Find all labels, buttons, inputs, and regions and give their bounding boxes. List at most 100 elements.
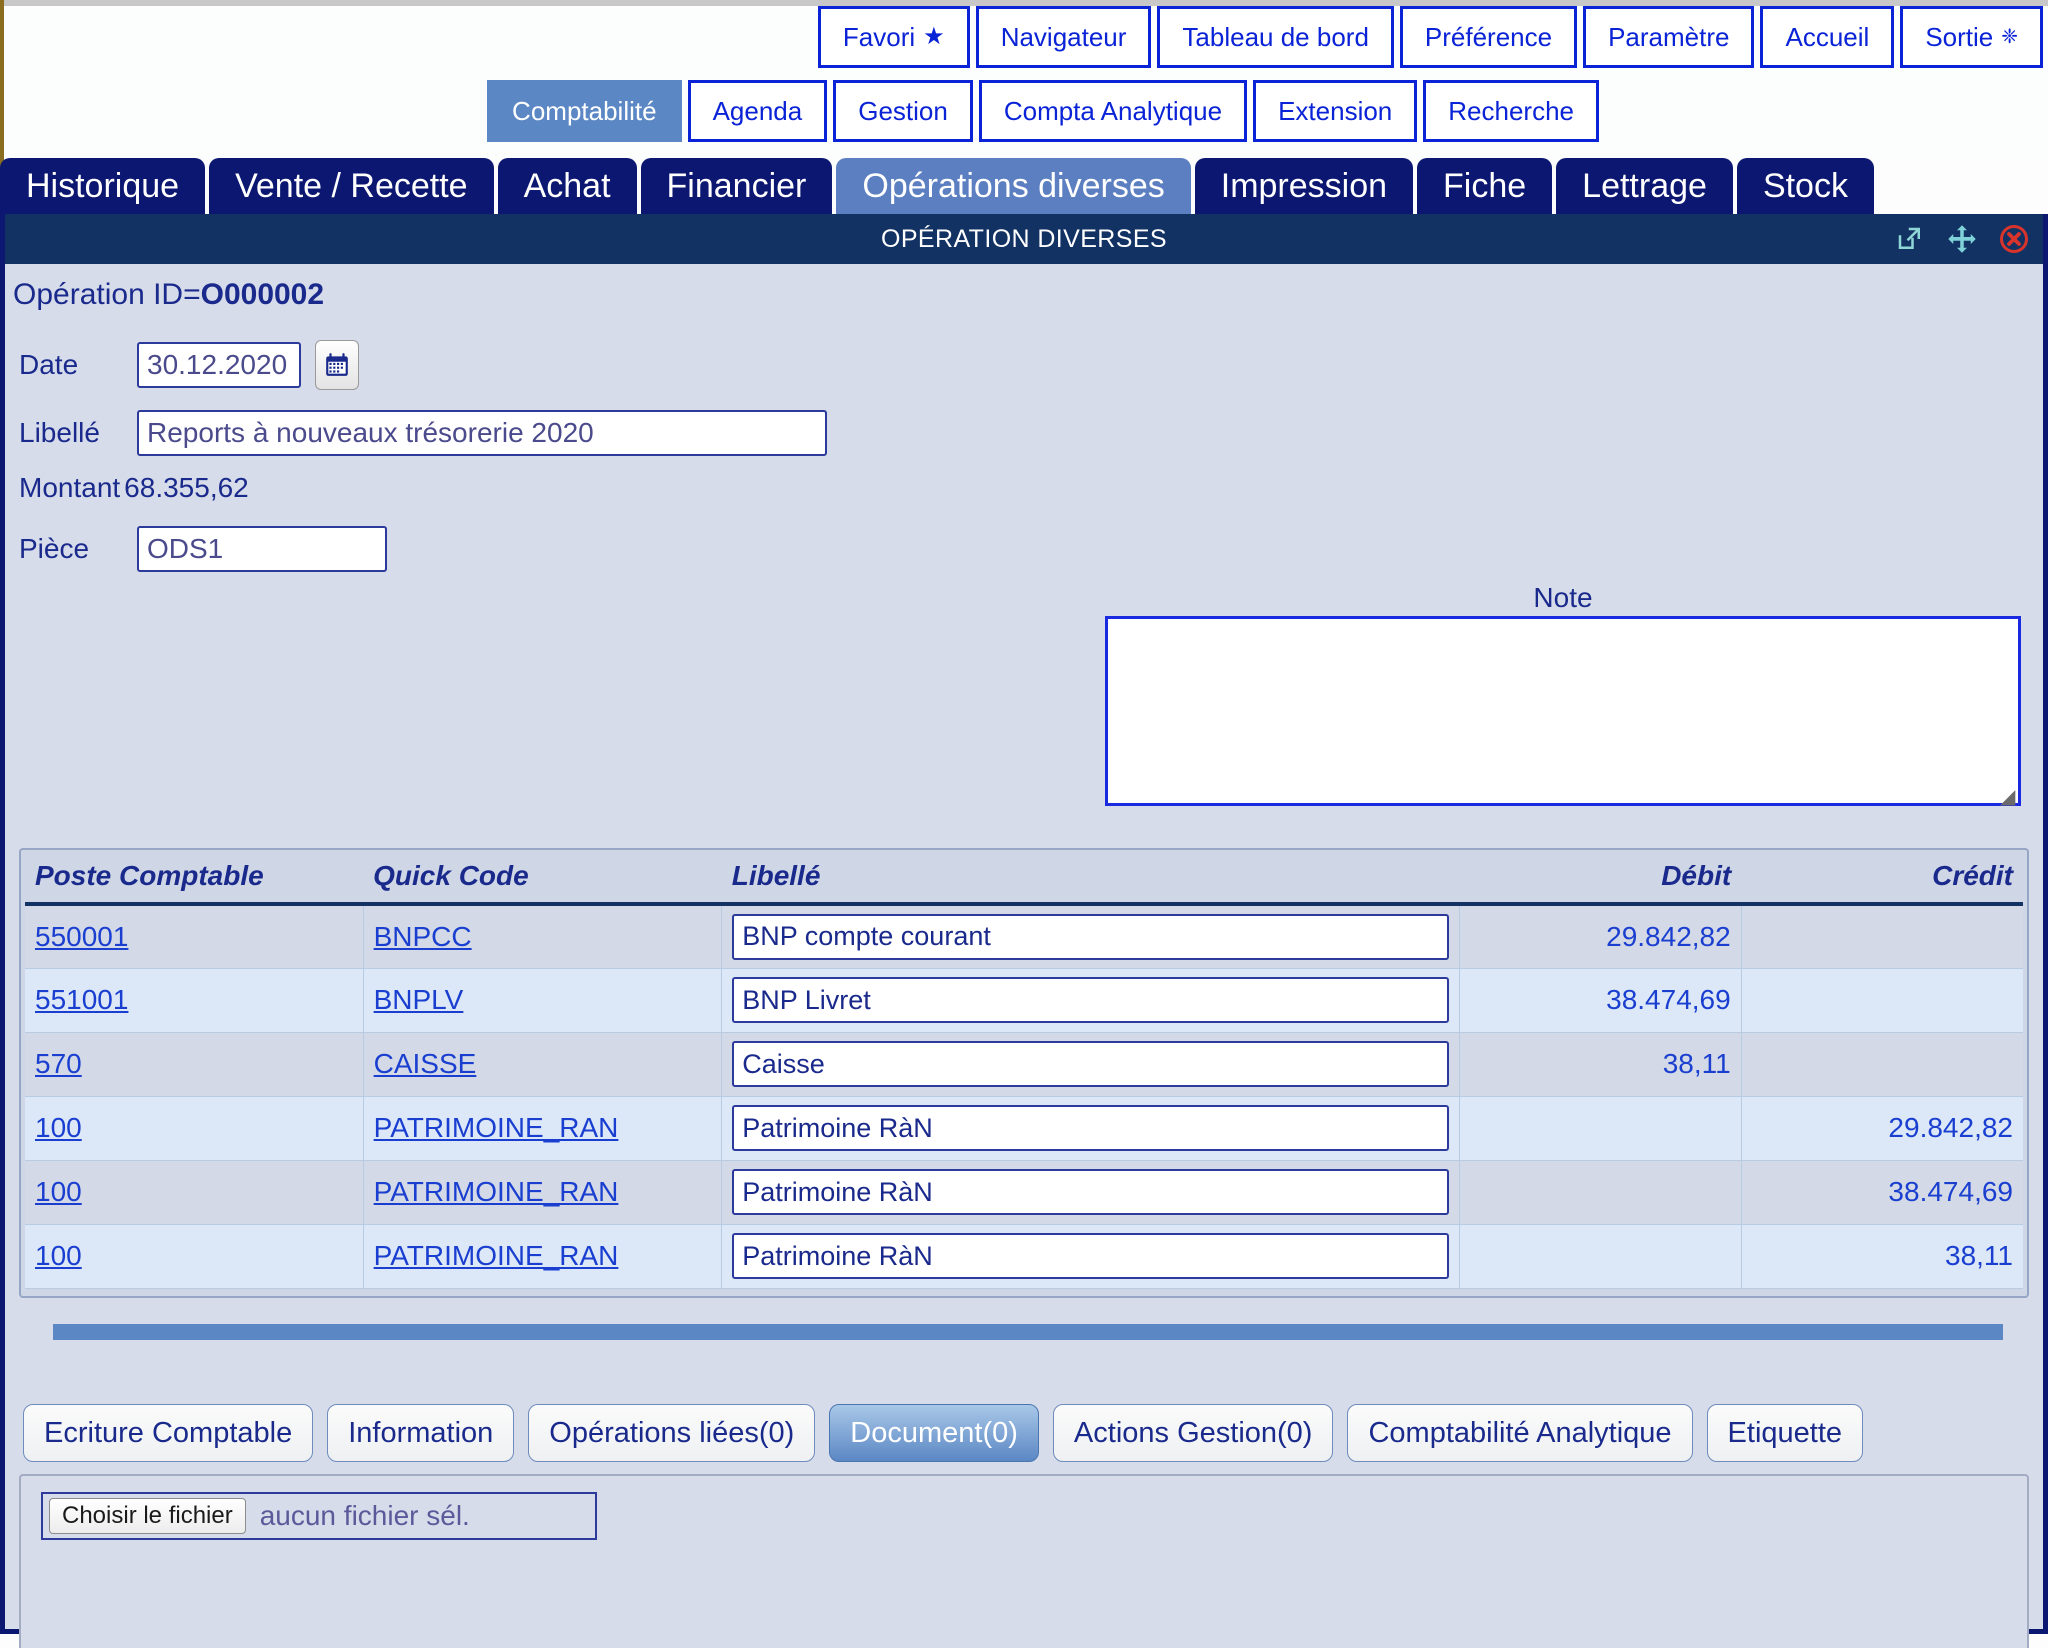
operation-id-prefix: Opération ID=: [13, 278, 201, 311]
cell-poste: 570: [25, 1032, 363, 1096]
tab-impression[interactable]: Impression: [1195, 158, 1413, 214]
th-credit: Crédit: [1741, 854, 2023, 904]
tab-historique[interactable]: Historique: [0, 158, 205, 214]
quick-code-link[interactable]: CAISSE: [374, 1048, 477, 1079]
quick-code-link[interactable]: PATRIMOINE_RAN: [374, 1112, 619, 1143]
quick-code-link[interactable]: PATRIMOINE_RAN: [374, 1176, 619, 1207]
choose-file-button[interactable]: Choisir le fichier: [49, 1498, 246, 1534]
section-tab-ecriture-comptable[interactable]: Ecriture Comptable: [23, 1404, 313, 1462]
cell-libelle: Caisse: [722, 1032, 1460, 1096]
tab-fiche[interactable]: Fiche: [1417, 158, 1552, 214]
poste-link[interactable]: 570: [35, 1048, 82, 1079]
menu-comptabilite-label: Comptabilité: [512, 98, 657, 124]
quick-code-link[interactable]: PATRIMOINE_RAN: [374, 1240, 619, 1271]
menu-extension[interactable]: Extension: [1253, 80, 1417, 142]
libelle-cell-input[interactable]: Patrimoine RàN: [732, 1233, 1449, 1279]
menu-sortie-label: Sortie: [1925, 24, 1993, 50]
operation-id: Opération ID=O000002: [13, 278, 324, 312]
menu-sortie[interactable]: Sortie ❈: [1900, 6, 2043, 68]
tab-achat[interactable]: Achat: [498, 158, 637, 214]
th-debit: Débit: [1459, 854, 1741, 904]
top-menu-row-2: Comptabilité Agenda Gestion Compta Analy…: [0, 80, 2048, 142]
cell-quick: PATRIMOINE_RAN: [363, 1224, 722, 1288]
section-tab-operations-liees[interactable]: Opérations liées(0): [528, 1404, 815, 1462]
tab-financier[interactable]: Financier: [641, 158, 833, 214]
section-tab-comptabilite-analytique-label: Comptabilité Analytique: [1368, 1419, 1671, 1448]
menu-agenda[interactable]: Agenda: [688, 80, 828, 142]
poste-link[interactable]: 100: [35, 1240, 82, 1271]
section-tab-information[interactable]: Information: [327, 1404, 514, 1462]
date-row: Date 30.12.2020: [19, 340, 359, 390]
exit-arrow-icon: ❈: [2001, 27, 2018, 47]
cell-credit: 29.842,82: [1741, 1096, 2023, 1160]
section-tab-operations-liees-label: Opérations liées(0): [549, 1419, 794, 1448]
piece-input[interactable]: ODS1: [137, 526, 387, 572]
menu-navigateur-label: Navigateur: [1001, 24, 1127, 50]
poste-link[interactable]: 100: [35, 1112, 82, 1143]
menu-accueil[interactable]: Accueil: [1760, 6, 1894, 68]
file-upload-row[interactable]: Choisir le fichier aucun fichier sél.: [41, 1492, 597, 1540]
table-row: 550001 BNPCC BNP compte courant 29.842,8…: [25, 904, 2023, 968]
cell-quick: BNPCC: [363, 904, 722, 968]
cell-quick: PATRIMOINE_RAN: [363, 1160, 722, 1224]
menu-recherche[interactable]: Recherche: [1423, 80, 1599, 142]
menu-extension-label: Extension: [1278, 98, 1392, 124]
th-quick-code: Quick Code: [363, 854, 722, 904]
tab-fiche-label: Fiche: [1443, 169, 1526, 203]
date-input[interactable]: 30.12.2020: [137, 342, 301, 388]
menu-comptabilite[interactable]: Comptabilité: [487, 80, 682, 142]
libelle-cell-input[interactable]: Caisse: [732, 1041, 1449, 1087]
tab-lettrage[interactable]: Lettrage: [1556, 158, 1733, 214]
menu-compta-analytique[interactable]: Compta Analytique: [979, 80, 1247, 142]
section-tab-document[interactable]: Document(0): [829, 1404, 1039, 1462]
montant-label: Montant: [19, 472, 120, 504]
menu-gestion[interactable]: Gestion: [833, 80, 973, 142]
section-tabs: Ecriture Comptable Information Opération…: [23, 1404, 1863, 1462]
cell-libelle: Patrimoine RàN: [722, 1160, 1460, 1224]
menu-favori-label: Favori: [843, 24, 915, 50]
file-status-text: aucun fichier sél.: [260, 1500, 470, 1532]
cell-credit: 38,11: [1741, 1224, 2023, 1288]
popout-icon[interactable]: [1895, 224, 1925, 254]
entries-table: Poste Comptable Quick Code Libellé Débit…: [25, 854, 2023, 1289]
cell-quick: PATRIMOINE_RAN: [363, 1096, 722, 1160]
table-row: 100 PATRIMOINE_RAN Patrimoine RàN 38,11: [25, 1224, 2023, 1288]
quick-code-link[interactable]: BNPLV: [374, 984, 464, 1015]
quick-code-link[interactable]: BNPCC: [374, 921, 472, 952]
move-icon[interactable]: [1947, 224, 1977, 254]
tab-achat-label: Achat: [524, 169, 611, 203]
libelle-cell-input[interactable]: Patrimoine RàN: [732, 1105, 1449, 1151]
close-icon[interactable]: [1999, 224, 2029, 254]
poste-link[interactable]: 550001: [35, 921, 128, 952]
tab-vente-recette[interactable]: Vente / Recette: [209, 158, 494, 214]
menu-parametre[interactable]: Paramètre: [1583, 6, 1754, 68]
libelle-cell-input[interactable]: BNP Livret: [732, 977, 1449, 1023]
libelle-cell-input[interactable]: BNP compte courant: [732, 914, 1449, 960]
window-controls: [1895, 214, 2029, 264]
window-title: OPÉRATION DIVERSES: [881, 225, 1167, 254]
menu-navigateur[interactable]: Navigateur: [976, 6, 1152, 68]
cell-poste: 551001: [25, 968, 363, 1032]
cell-poste: 550001: [25, 904, 363, 968]
menu-preference[interactable]: Préférence: [1400, 6, 1577, 68]
poste-link[interactable]: 100: [35, 1176, 82, 1207]
menu-tableau-de-bord[interactable]: Tableau de bord: [1157, 6, 1393, 68]
note-textarea[interactable]: [1105, 616, 2021, 806]
cell-quick: BNPLV: [363, 968, 722, 1032]
montant-value: 68.355,62: [124, 472, 249, 504]
poste-link[interactable]: 551001: [35, 984, 128, 1015]
section-tab-actions-gestion[interactable]: Actions Gestion(0): [1053, 1404, 1334, 1462]
divider-top: [53, 1324, 2003, 1340]
tab-operations-diverses[interactable]: Opérations diverses: [836, 158, 1190, 214]
menu-preference-label: Préférence: [1425, 24, 1552, 50]
cell-libelle: Patrimoine RàN: [722, 1096, 1460, 1160]
calendar-icon[interactable]: [315, 340, 359, 390]
table-header-row: Poste Comptable Quick Code Libellé Débit…: [25, 854, 2023, 904]
section-tab-etiquette[interactable]: Etiquette: [1707, 1404, 1863, 1462]
libelle-cell-input[interactable]: Patrimoine RàN: [732, 1169, 1449, 1215]
tab-stock[interactable]: Stock: [1737, 158, 1874, 214]
section-tab-comptabilite-analytique[interactable]: Comptabilité Analytique: [1347, 1404, 1692, 1462]
section-tab-ecriture-comptable-label: Ecriture Comptable: [44, 1419, 292, 1448]
libelle-input[interactable]: Reports à nouveaux trésorerie 2020: [137, 410, 827, 456]
menu-favori[interactable]: Favori ★: [818, 6, 970, 68]
